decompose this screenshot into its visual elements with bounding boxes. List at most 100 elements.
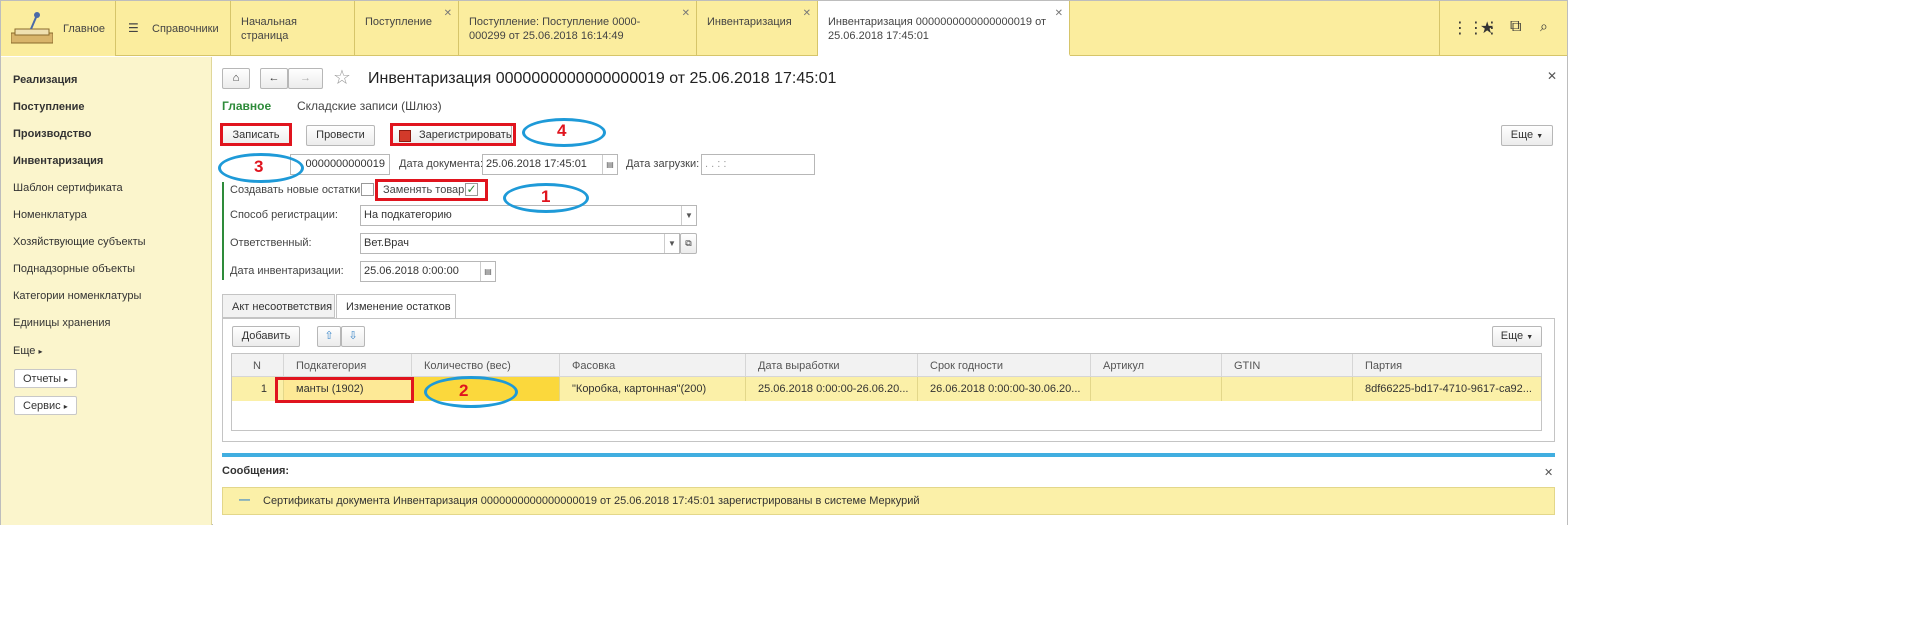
sidebar-more[interactable]: Еще ▸ [13, 345, 42, 357]
close-icon[interactable]: ✕ [1055, 7, 1063, 21]
col-header-batch[interactable]: Партия [1353, 354, 1541, 377]
collapse-icon[interactable]: — [239, 494, 250, 506]
tab-receipts[interactable]: Поступление ✕ [355, 1, 459, 56]
cell-batch[interactable]: 8df66225-bd17-4710-9617-ca92... [1353, 377, 1541, 401]
arrow-right-icon: → [300, 72, 311, 84]
sidebar-item-supervised-objects[interactable]: Поднадзорные объекты [13, 263, 135, 275]
inv-date-value: 25.06.2018 0:00:00 [364, 265, 459, 277]
sidebar-item-inventory[interactable]: Инвентаризация [13, 155, 103, 167]
cell-packaging[interactable]: "Коробка, картонная"(200) [560, 377, 746, 401]
col-header-quantity[interactable]: Количество (вес) [412, 354, 560, 377]
annotation-box-subcategory [275, 377, 414, 403]
cell-expiry[interactable]: 26.06.2018 0:00:00-30.06.20... [918, 377, 1091, 401]
sidebar-item-sales[interactable]: Реализация [13, 74, 77, 86]
directories-tab[interactable]: ☰ Справочники [116, 1, 231, 56]
home-icon: ⌂ [232, 72, 240, 84]
cell-gtin[interactable] [1222, 377, 1353, 401]
col-header-production-date[interactable]: Дата выработки [746, 354, 918, 377]
move-down-button[interactable]: ⇩ [341, 326, 365, 347]
doc-date-field[interactable]: 25.06.2018 17:45:01 ▤ [482, 154, 618, 175]
col-header-packaging[interactable]: Фасовка [560, 354, 746, 377]
chevron-right-icon: ▸ [63, 402, 68, 411]
sidebar-item-receipts[interactable]: Поступление [13, 101, 85, 113]
reports-button[interactable]: Отчеты ▸ [14, 369, 78, 388]
arrow-up-icon: ⇧ [324, 330, 334, 342]
forward-button[interactable]: → [288, 68, 323, 89]
col-header-n[interactable]: N [232, 354, 284, 377]
grid-more-button[interactable]: Еще ▼ [1492, 326, 1542, 347]
calendar-icon[interactable]: ▤ [602, 155, 617, 174]
col-header-article[interactable]: Артикул [1091, 354, 1222, 377]
message-text: Сертификаты документа Инвентаризация 000… [263, 495, 920, 507]
search-icon[interactable]: ⌕ [1540, 18, 1548, 35]
chevron-down-icon[interactable]: ▼ [681, 206, 696, 225]
close-icon[interactable]: ✕ [682, 7, 690, 21]
annotation-number-4: 4 [557, 121, 567, 140]
sidebar-item-business-entities[interactable]: Хозяйствующие субъекты [13, 236, 146, 248]
cell-production-date[interactable]: 25.06.2018 0:00:00-26.06.20... [746, 377, 918, 401]
more-label: Еще [1510, 129, 1534, 141]
history-icon[interactable]: ⧉ [1510, 18, 1521, 36]
create-new-label: Создавать новые остатки: [230, 184, 364, 196]
app-window: Главное ☰ Справочники Начальная страница… [0, 0, 1568, 525]
favorite-star-icon[interactable]: ☆ [333, 65, 351, 90]
tab-balance-changes[interactable]: Изменение остатков [336, 294, 456, 319]
col-header-expiry[interactable]: Срок годности [918, 354, 1091, 377]
open-responsible-button[interactable]: ⧉ [680, 233, 697, 254]
star-icon[interactable]: ★ [1480, 18, 1494, 38]
home-tab[interactable]: Главное [1, 1, 116, 56]
sidebar-item-certificate-template[interactable]: Шаблон сертификата [13, 182, 123, 194]
sidebar-more-label: Еще [13, 345, 36, 357]
subtab-main[interactable]: Главное [222, 99, 271, 113]
sidebar-item-production[interactable]: Производство [13, 128, 91, 140]
responsible-field[interactable]: Вет.Врач ▼ [360, 233, 680, 254]
create-new-checkbox[interactable] [361, 183, 374, 196]
doc-date-label: Дата документа: [399, 158, 484, 170]
more-button[interactable]: Еще ▼ [1501, 125, 1553, 146]
reg-method-label: Способ регистрации: [230, 209, 338, 221]
grid-more-label: Еще [1500, 330, 1524, 342]
inv-date-field[interactable]: 25.06.2018 0:00:00 ▤ [360, 261, 496, 282]
tab-panel: Добавить ⇧ ⇩ Еще ▼ N Подкатегория Количе… [222, 318, 1555, 442]
annotation-number-2: 2 [459, 381, 469, 400]
responsible-label: Ответственный: [230, 237, 312, 249]
load-date-field[interactable]: . . : : [701, 154, 815, 175]
home-button[interactable]: ⌂ [222, 68, 250, 89]
tab-inventory-doc[interactable]: Инвентаризация 0000000000000000019 от 25… [818, 1, 1070, 56]
sidebar-item-nomenclature-categories[interactable]: Категории номенклатуры [13, 290, 141, 302]
home-tab-label: Главное [63, 23, 106, 35]
add-row-button[interactable]: Добавить [232, 326, 300, 347]
close-messages-icon[interactable]: ✕ [1544, 466, 1553, 479]
page-title: Инвентаризация 0000000000000000019 от 25… [368, 70, 837, 87]
chevron-down-icon: ▼ [1526, 334, 1534, 341]
chevron-down-icon: ▼ [1536, 133, 1544, 140]
cell-article[interactable] [1091, 377, 1222, 401]
post-button[interactable]: Провести [306, 125, 375, 146]
annotation-ellipse-2 [424, 376, 518, 408]
tab-mismatch-act[interactable]: Акт несоответствия [222, 294, 335, 318]
tab-start-page[interactable]: Начальная страница [231, 1, 355, 56]
col-header-subcategory[interactable]: Подкатегория [284, 354, 412, 377]
back-button[interactable]: ← [260, 68, 288, 89]
move-up-button[interactable]: ⇧ [317, 326, 341, 347]
number-field[interactable]: 0000000000019 [290, 154, 390, 175]
annotation-number-3: 3 [254, 157, 264, 176]
sidebar-item-nomenclature[interactable]: Номенклатура [13, 209, 87, 221]
col-header-gtin[interactable]: GTIN [1222, 354, 1353, 377]
close-icon[interactable]: ✕ [444, 7, 452, 21]
calendar-icon[interactable]: ▤ [480, 262, 495, 281]
sidebar-item-storage-units[interactable]: Единицы хранения [13, 317, 111, 329]
subtab-warehouse-records[interactable]: Складские записи (Шлюз) [297, 99, 442, 113]
tab-label: Инвентаризация 0000000000000000019 от 25… [828, 16, 1047, 42]
tab-label: Поступление: Поступление 0000-000299 от … [469, 16, 641, 42]
tab-label: Поступление [365, 16, 433, 28]
chevron-down-icon[interactable]: ▼ [664, 234, 679, 253]
service-button[interactable]: Сервис ▸ [14, 396, 77, 415]
annotation-box-save [220, 123, 292, 146]
message-item[interactable]: — Сертификаты документа Инвентаризация 0… [222, 487, 1555, 515]
tab-inventory[interactable]: Инвентаризация ✕ [697, 1, 818, 56]
arrow-left-icon: ← [268, 72, 280, 84]
close-form-icon[interactable]: ✕ [1547, 69, 1557, 83]
tab-receipt-doc[interactable]: Поступление: Поступление 0000-000299 от … [459, 1, 697, 56]
close-icon[interactable]: ✕ [803, 7, 811, 21]
